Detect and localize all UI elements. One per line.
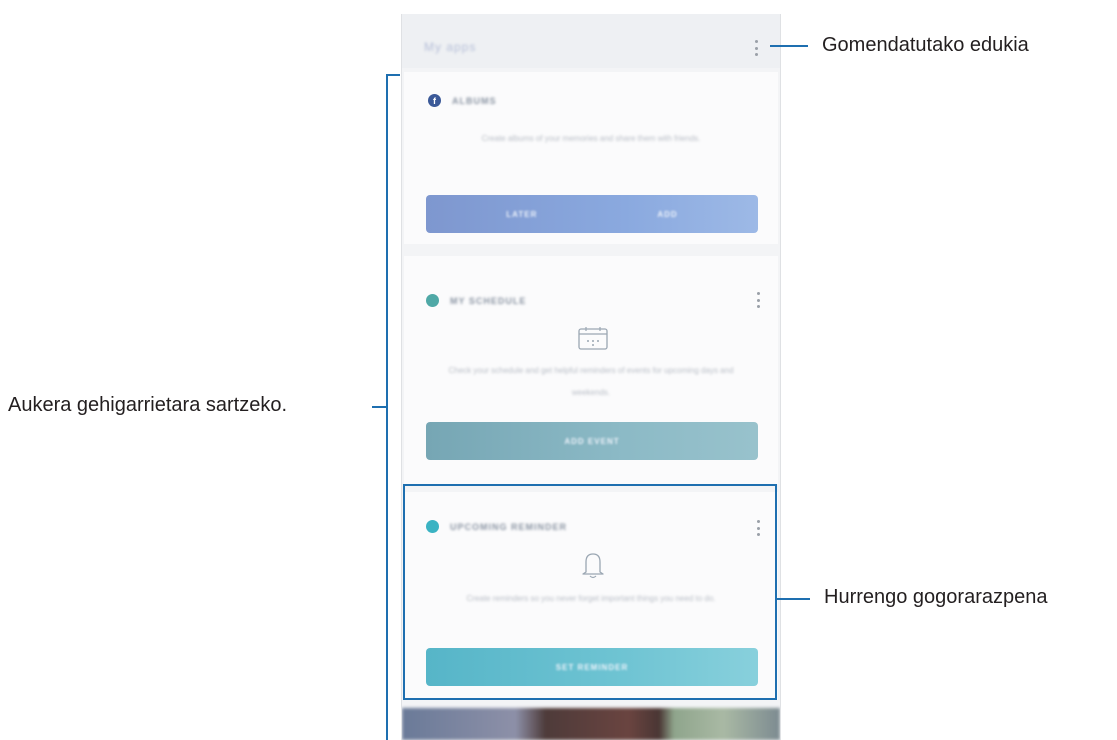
add-event-label: ADD EVENT bbox=[564, 436, 620, 446]
more-options-icon[interactable] bbox=[756, 292, 760, 308]
later-label: LATER bbox=[506, 209, 538, 219]
callout-line-recommended bbox=[770, 45, 808, 47]
callout-label-reminder: Hurrengo gogorarazpena bbox=[824, 586, 1048, 608]
callout-line-more-options bbox=[372, 406, 386, 408]
callout-bracket-more-options bbox=[386, 74, 388, 740]
action-button[interactable]: LATER ADD bbox=[426, 195, 758, 233]
more-options-icon[interactable] bbox=[754, 40, 758, 56]
callout-line-reminder bbox=[777, 598, 810, 600]
topbar-title: My apps bbox=[424, 40, 477, 54]
photo-thumbnail-strip bbox=[402, 708, 780, 740]
callout-label-more-options: Aukera gehigarrietara sartzeko. bbox=[8, 394, 288, 416]
card-body: Create albums of your memories and share… bbox=[481, 134, 701, 143]
card-title: ALBUMS bbox=[452, 96, 497, 106]
calendar-app-icon bbox=[426, 294, 439, 307]
facebook-icon: f bbox=[428, 94, 441, 107]
card-facebook: f ALBUMS Create albums of your memories … bbox=[404, 72, 778, 244]
card-body: Check your schedule and get helpful remi… bbox=[448, 366, 734, 397]
card-schedule: MY SCHEDULE Check your schedule and get … bbox=[404, 256, 778, 484]
add-label: ADD bbox=[657, 209, 678, 219]
add-event-button[interactable]: ADD EVENT bbox=[426, 422, 758, 460]
top-bar: My apps bbox=[402, 14, 780, 68]
callout-box-reminder bbox=[403, 484, 777, 700]
callout-label-recommended: Gomendatutako edukia bbox=[822, 34, 1029, 56]
card-title: MY SCHEDULE bbox=[450, 296, 527, 306]
callout-bracket-top bbox=[386, 74, 400, 76]
calendar-icon bbox=[578, 327, 608, 350]
